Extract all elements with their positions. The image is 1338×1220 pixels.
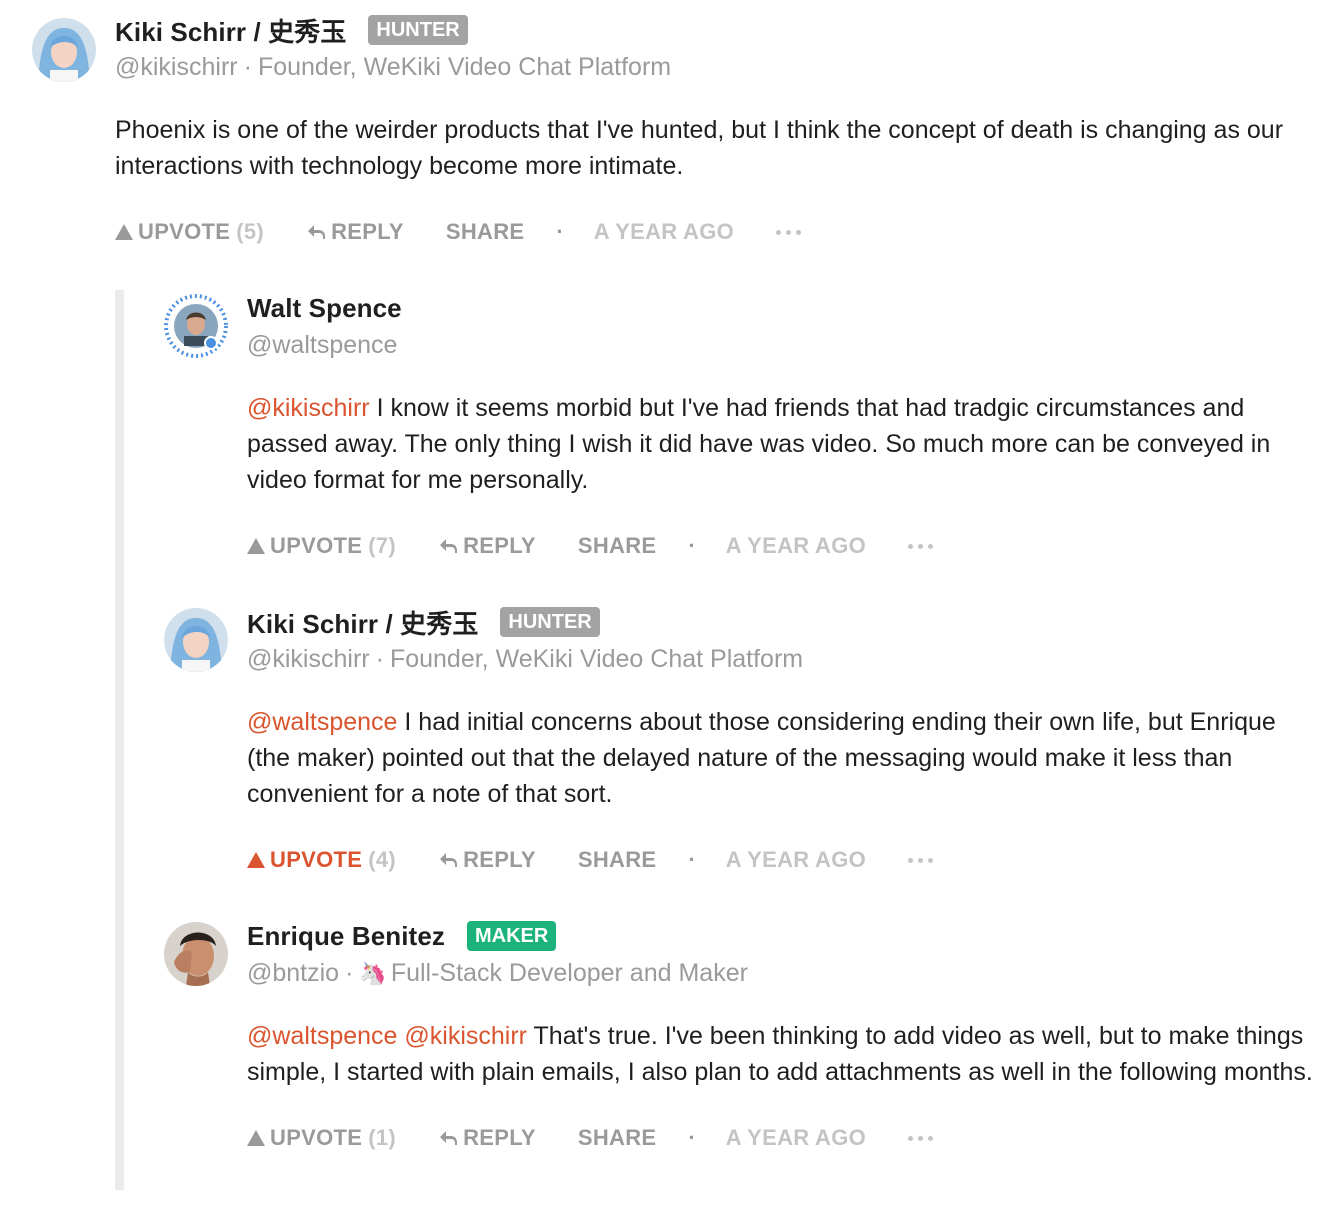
avatar[interactable]	[32, 18, 96, 82]
upvote-button[interactable]: UPVOTE (4)	[247, 847, 396, 873]
author-name[interactable]: Kiki Schirr / 史秀玉	[247, 604, 478, 641]
separator-dot: ·	[688, 533, 696, 558]
reply-icon	[440, 853, 458, 867]
unicorn-icon: 🦄	[359, 961, 387, 986]
hunter-badge: HUNTER	[500, 607, 600, 637]
upvote-button[interactable]: UPVOTE (7)	[247, 533, 396, 559]
avatar[interactable]	[164, 922, 228, 986]
user-mention[interactable]: @waltspence	[247, 708, 397, 736]
author-headline: Full-Stack Developer and Maker	[390, 959, 748, 987]
upvote-button[interactable]: UPVOTE (1)	[247, 1125, 396, 1151]
comment: Walt Spence @waltspence @kikischirr I kn…	[0, 282, 1338, 582]
timestamp-link[interactable]: A YEAR AGO	[726, 533, 866, 559]
more-options-icon[interactable]	[908, 857, 934, 863]
maker-badge: MAKER	[466, 921, 557, 951]
author-name[interactable]: Kiki Schirr / 史秀玉	[115, 12, 346, 49]
more-options-icon[interactable]	[776, 229, 802, 235]
reply-icon	[440, 1131, 458, 1145]
avatar[interactable]	[164, 608, 228, 672]
upvote-count: (4)	[368, 847, 397, 872]
upvote-icon	[247, 538, 265, 554]
author-headline: Founder, WeKiki Video Chat Platform	[257, 53, 672, 81]
comment-text: @kikischirr I know it seems morbid but I…	[247, 394, 1271, 494]
author-name[interactable]: Walt Spence	[247, 293, 402, 324]
comment-text: @waltspence I had initial concerns about…	[247, 708, 1276, 808]
hunter-badge: HUNTER	[368, 15, 468, 45]
upvote-icon	[247, 1130, 265, 1146]
comment-text: Phoenix is one of the weirder products t…	[115, 116, 1284, 180]
comment: Kiki Schirr / 史秀玉 HUNTER @kikischirr · Fou…	[0, 0, 1338, 270]
reply-button[interactable]: REPLY	[438, 1125, 536, 1151]
more-options-icon[interactable]	[908, 543, 934, 549]
share-button[interactable]: SHARE	[578, 847, 657, 873]
separator-dot: ·	[688, 847, 696, 872]
author-handle[interactable]: @kikischirr	[247, 645, 370, 673]
user-mention[interactable]: @kikischirr	[404, 1022, 527, 1050]
author-handle[interactable]: @bntzio	[247, 959, 339, 987]
upvote-button[interactable]: UPVOTE (5)	[115, 219, 264, 245]
timestamp-link[interactable]: A YEAR AGO	[726, 1125, 866, 1151]
upvote-count: (1)	[368, 1125, 397, 1150]
upvote-count: (7)	[368, 533, 397, 558]
author-handle[interactable]: @kikischirr	[115, 53, 238, 81]
author-name[interactable]: Enrique Benitez	[247, 921, 445, 952]
timestamp-link[interactable]: A YEAR AGO	[594, 219, 734, 245]
comment-text: @waltspence @kikischirr That's true. I'v…	[247, 1022, 1313, 1086]
separator-dot: ·	[688, 1125, 696, 1150]
upvote-icon	[115, 224, 133, 240]
separator-dot: ·	[556, 219, 564, 244]
author-headline: Founder, WeKiki Video Chat Platform	[389, 645, 804, 673]
share-button[interactable]: SHARE	[578, 1125, 657, 1151]
comment: Enrique Benitez MAKER @bntzio · 🦄 Full-Stac…	[0, 910, 1338, 1210]
avatar[interactable]	[164, 294, 228, 358]
reply-button[interactable]: REPLY	[438, 847, 536, 873]
share-button[interactable]: SHARE	[578, 533, 657, 559]
share-button[interactable]: SHARE	[446, 219, 525, 245]
author-handle[interactable]: @waltspence	[247, 331, 397, 359]
comment: Kiki Schirr / 史秀玉 HUNTER @kikischirr · Fou…	[0, 596, 1338, 896]
reply-icon	[308, 225, 326, 239]
user-mention[interactable]: @waltspence	[247, 1022, 397, 1050]
upvote-icon	[247, 852, 265, 868]
reply-button[interactable]: REPLY	[438, 533, 536, 559]
reply-icon	[440, 539, 458, 553]
timestamp-link[interactable]: A YEAR AGO	[726, 847, 866, 873]
upvote-count: (5)	[236, 219, 265, 244]
more-options-icon[interactable]	[908, 1135, 934, 1141]
user-mention[interactable]: @kikischirr	[247, 394, 370, 422]
reply-button[interactable]: REPLY	[306, 219, 404, 245]
